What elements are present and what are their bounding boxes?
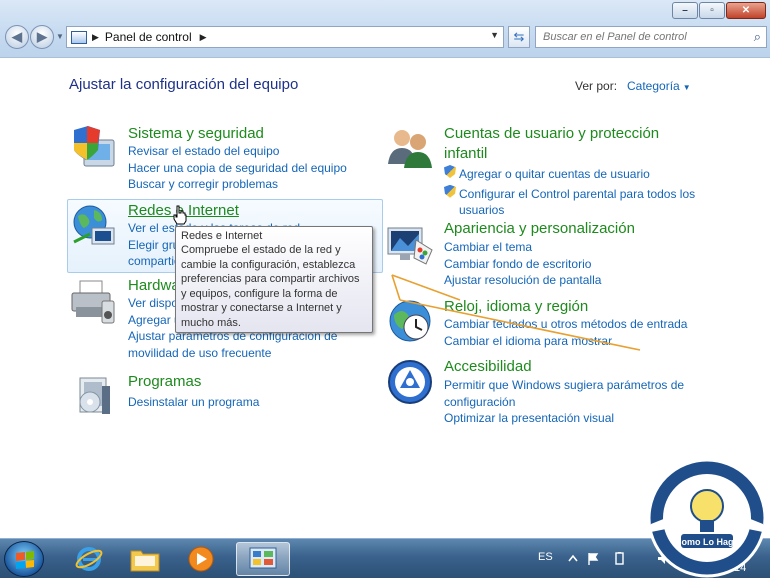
media-player-icon (188, 546, 214, 572)
start-button[interactable] (4, 541, 44, 577)
watermark-brand: Como Lo Hago (675, 537, 739, 547)
tooltip-line: cambie la configuración, establezca (181, 258, 356, 271)
como-lo-hago-logo-icon: Como Lo Hago (647, 458, 767, 578)
tooltip-network: Redes e Internet Compruebe el estado de … (175, 226, 373, 333)
tooltip-line: mucho más. (181, 316, 241, 329)
control-panel-icon (249, 547, 277, 569)
taskbar-app-explorer[interactable] (118, 542, 172, 576)
tooltip-title: Redes e Internet (181, 230, 263, 242)
taskbar-app-internet-explorer[interactable] (62, 542, 116, 576)
tooltip-line: mostrar y conectarse a Internet y (181, 302, 342, 314)
windows-logo-icon (16, 551, 34, 569)
action-center-flag-icon[interactable] (586, 552, 600, 565)
hand-cursor-icon (173, 205, 187, 225)
tooltip-line: preferencias para compartir archivos (181, 273, 360, 285)
internet-explorer-icon (75, 547, 103, 571)
tray-expand-icon[interactable] (566, 552, 580, 565)
language-indicator[interactable]: ES (538, 551, 553, 563)
tooltip-line: Compruebe el estado de la red y (181, 244, 341, 256)
taskbar-app-media-player[interactable] (174, 542, 228, 576)
battery-icon[interactable] (612, 552, 626, 565)
folder-icon (130, 550, 160, 572)
taskbar-app-control-panel[interactable] (236, 542, 290, 576)
tooltip-line: y equipos, configure la forma de (181, 287, 338, 300)
